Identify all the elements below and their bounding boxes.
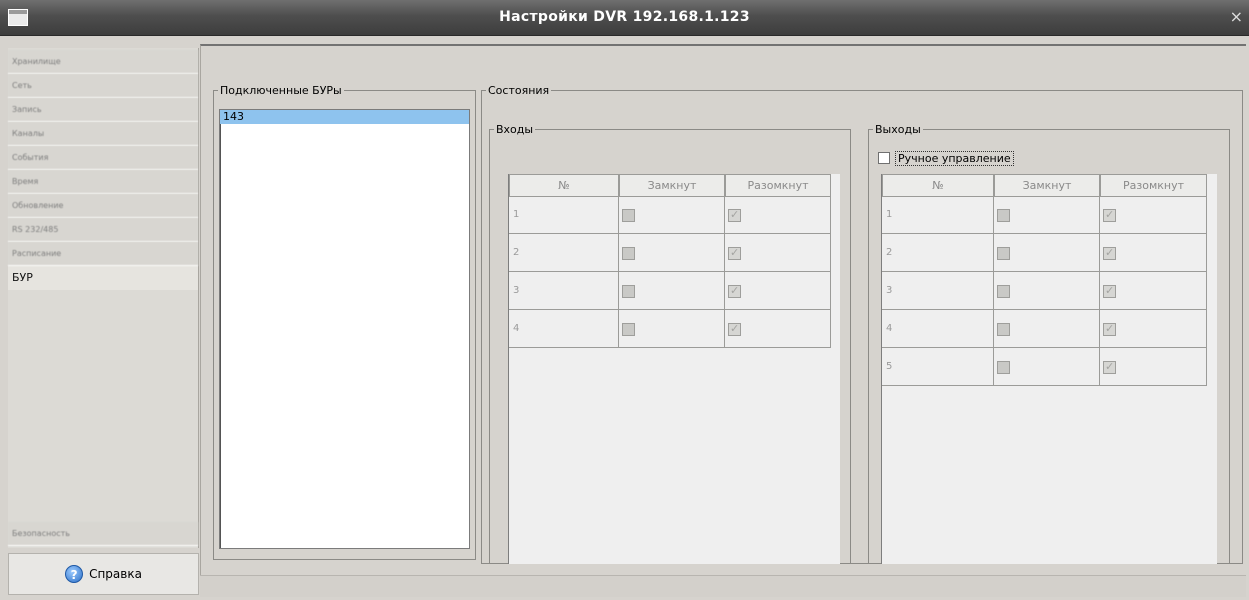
closed-checkbox bbox=[997, 285, 1010, 298]
manual-control[interactable]: Ручное управление bbox=[878, 150, 1014, 166]
sidebar-item-bur[interactable]: БУР bbox=[8, 266, 198, 290]
sidebar-item-security[interactable]: Безопасность bbox=[8, 522, 198, 546]
outputs-legend: Выходы bbox=[875, 123, 921, 136]
table-row: 1 bbox=[509, 196, 831, 234]
table-row: 3 bbox=[882, 272, 1207, 310]
open-cell bbox=[1100, 272, 1207, 310]
closed-cell bbox=[619, 272, 725, 310]
sidebar-item-schedule[interactable]: Расписание bbox=[8, 242, 198, 266]
table-row: 4 bbox=[882, 310, 1207, 348]
sidebar-item-events[interactable]: События bbox=[8, 146, 198, 170]
closed-cell bbox=[619, 310, 725, 348]
outputs-col-open: Разомкнут bbox=[1100, 174, 1207, 197]
sidebar-item-time[interactable]: Время bbox=[8, 170, 198, 194]
open-checkbox bbox=[728, 322, 741, 336]
closed-checkbox bbox=[997, 209, 1010, 222]
open-cell bbox=[725, 196, 831, 234]
open-cell bbox=[1100, 310, 1207, 348]
row-number: 3 bbox=[509, 272, 619, 310]
table-row: 5 bbox=[882, 348, 1207, 386]
outputs-col-number: № bbox=[882, 174, 994, 197]
row-number: 1 bbox=[509, 196, 619, 234]
closed-cell bbox=[619, 234, 725, 272]
open-checkbox bbox=[728, 208, 741, 222]
open-checkbox bbox=[728, 246, 741, 260]
row-number: 1 bbox=[882, 196, 994, 234]
table-row: 3 bbox=[509, 272, 831, 310]
row-number: 4 bbox=[882, 310, 994, 348]
inputs-col-open: Разомкнут bbox=[725, 174, 831, 197]
open-checkbox bbox=[728, 284, 741, 298]
closed-checkbox bbox=[997, 323, 1010, 336]
open-cell bbox=[725, 234, 831, 272]
connected-burs-list[interactable]: 143 bbox=[219, 109, 470, 549]
table-row: 2 bbox=[509, 234, 831, 272]
help-button-label: Справка bbox=[89, 567, 142, 581]
row-number: 5 bbox=[882, 348, 994, 386]
open-cell bbox=[1100, 348, 1207, 386]
closed-checkbox bbox=[622, 209, 635, 222]
states-legend: Состояния bbox=[488, 84, 550, 97]
closed-cell bbox=[994, 196, 1100, 234]
inputs-col-closed: Замкнут bbox=[619, 174, 725, 197]
table-row: 1 bbox=[882, 196, 1207, 234]
title-bar: Настройки DVR 192.168.1.123 × bbox=[0, 0, 1249, 36]
settings-sidebar: Хранилище Сеть Запись Каналы События Вре… bbox=[8, 48, 199, 548]
closed-checkbox bbox=[622, 285, 635, 298]
connected-burs-legend: Подключенные БУРы bbox=[220, 84, 342, 97]
row-number: 2 bbox=[882, 234, 994, 272]
manual-control-checkbox[interactable] bbox=[878, 152, 890, 164]
manual-control-label: Ручное управление bbox=[895, 150, 1014, 166]
open-checkbox bbox=[1103, 246, 1116, 260]
closed-checkbox bbox=[622, 323, 635, 336]
list-item[interactable]: 143 bbox=[220, 110, 469, 124]
help-icon: ? bbox=[65, 565, 84, 583]
closed-checkbox bbox=[997, 361, 1010, 374]
open-checkbox bbox=[1103, 284, 1116, 298]
open-checkbox bbox=[1103, 360, 1116, 374]
closed-cell bbox=[619, 196, 725, 234]
row-number: 3 bbox=[882, 272, 994, 310]
row-number: 2 bbox=[509, 234, 619, 272]
outputs-col-closed: Замкнут bbox=[994, 174, 1100, 197]
sidebar-item-storage[interactable]: Хранилище bbox=[8, 50, 198, 74]
outputs-table: № Замкнут Разомкнут 1 2 3 4 5 bbox=[881, 174, 1217, 564]
sidebar-item-update[interactable]: Обновление bbox=[8, 194, 198, 218]
open-checkbox bbox=[1103, 208, 1116, 222]
closed-checkbox bbox=[622, 247, 635, 260]
help-button[interactable]: ? Справка bbox=[8, 553, 199, 595]
closed-cell bbox=[994, 234, 1100, 272]
row-number: 4 bbox=[509, 310, 619, 348]
inputs-col-number: № bbox=[509, 174, 619, 197]
closed-cell bbox=[994, 348, 1100, 386]
inputs-legend: Входы bbox=[496, 123, 534, 136]
close-icon[interactable]: × bbox=[1230, 9, 1243, 25]
table-row: 4 bbox=[509, 310, 831, 348]
sidebar-item-channels[interactable]: Каналы bbox=[8, 122, 198, 146]
closed-checkbox bbox=[997, 247, 1010, 260]
sidebar-item-recording[interactable]: Запись bbox=[8, 98, 198, 122]
closed-cell bbox=[994, 310, 1100, 348]
inputs-table: № Замкнут Разомкнут 1 2 3 4 bbox=[508, 174, 840, 564]
sidebar-item-network[interactable]: Сеть bbox=[8, 74, 198, 98]
sidebar-item-rs232[interactable]: RS 232/485 bbox=[8, 218, 198, 242]
open-cell bbox=[1100, 196, 1207, 234]
table-row: 2 bbox=[882, 234, 1207, 272]
closed-cell bbox=[994, 272, 1100, 310]
open-checkbox bbox=[1103, 322, 1116, 336]
bottom-bar bbox=[200, 575, 1246, 597]
open-cell bbox=[725, 272, 831, 310]
window-title: Настройки DVR 192.168.1.123 bbox=[499, 9, 750, 25]
open-cell bbox=[725, 310, 831, 348]
open-cell bbox=[1100, 234, 1207, 272]
